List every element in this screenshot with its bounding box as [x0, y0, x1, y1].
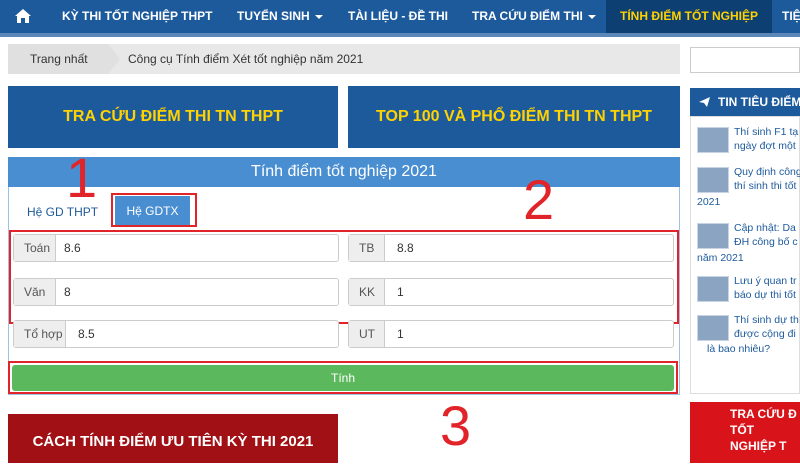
- home-icon[interactable]: [14, 7, 32, 25]
- field-value: 8.8: [397, 241, 414, 255]
- field-value: 8.5: [78, 327, 95, 341]
- tb-field[interactable]: TB 8.8: [348, 234, 674, 262]
- news-title: Quy định công thí sinh thi tốt: [734, 166, 800, 192]
- lookup-score-button[interactable]: TRA CỨU ĐIỂM THI TN THPT: [8, 86, 338, 148]
- news-title-extra: 2021: [697, 196, 721, 208]
- annotation-2: 2: [523, 168, 555, 231]
- field-label: Tổ hợp: [14, 321, 66, 347]
- nav-item-tra-cuu[interactable]: TRA CỨU ĐIỂM THI: [472, 0, 596, 33]
- news-title-extra: năm 2021: [697, 252, 744, 264]
- news-thumbnail: [697, 315, 729, 341]
- van-field[interactable]: Văn 8: [13, 278, 339, 306]
- field-value: 8: [64, 285, 71, 299]
- list-item[interactable]: Lưu ý quan tr báo dự thi tốt: [697, 274, 797, 314]
- annotation-3: 3: [440, 394, 472, 457]
- chevron-down-icon: [587, 14, 596, 19]
- chevron-down-icon: [314, 14, 323, 19]
- field-label: TB: [349, 235, 385, 261]
- sidebar-title: TIN TIÊU ĐIỂM: [690, 88, 800, 116]
- news-title: Cập nhật: Da ĐH công bố c: [734, 222, 798, 248]
- highlight-box-calc: [8, 361, 678, 394]
- field-value: 1: [397, 285, 404, 299]
- breadcrumb-arrow: [367, 44, 379, 74]
- news-thumbnail: [697, 127, 729, 153]
- news-thumbnail: [697, 223, 729, 249]
- news-title: Thí sinh F1 tạ ngày đợt một: [734, 126, 799, 152]
- list-item[interactable]: Quy định công thí sinh thi tốt 2021: [697, 165, 800, 211]
- nav-underline: [0, 33, 800, 37]
- breadcrumb-current[interactable]: Công cụ Tính điểm Xét tốt nghiệp năm 202…: [128, 44, 363, 74]
- field-label: KK: [349, 279, 385, 305]
- field-label: UT: [349, 321, 385, 347]
- kk-field[interactable]: KK 1: [348, 278, 674, 306]
- to-hop-field[interactable]: Tổ hợp 8.5: [13, 320, 339, 348]
- nav-item-label: TUYỂN SINH: [237, 9, 310, 23]
- news-thumbnail: [697, 167, 729, 193]
- list-item[interactable]: Cập nhật: Da ĐH công bố c năm 2021: [697, 221, 798, 267]
- sidebar-title-label: TIN TIÊU ĐIỂM: [718, 95, 800, 109]
- nav-item-tuyen-sinh[interactable]: TUYỂN SINH: [237, 0, 323, 33]
- top100-button[interactable]: TOP 100 VÀ PHỔ ĐIỂM THI TN THPT: [348, 86, 680, 148]
- top-nav: KỲ THI TỐT NGHIỆP THPT TUYỂN SINH TÀI LI…: [0, 0, 800, 33]
- panel-title: Tính điểm tốt nghiệp 2021: [8, 157, 680, 187]
- list-item[interactable]: Thí sinh F1 tạ ngày đợt một: [697, 125, 799, 165]
- field-value: 1: [397, 327, 404, 341]
- search-input[interactable]: [690, 47, 800, 73]
- toan-field[interactable]: Toán 8.6: [13, 234, 339, 262]
- banner-line: TỐT NGHIỆP T: [730, 423, 787, 453]
- lookup-banner[interactable]: TRA CỨU Đ TỐT NGHIỆP T: [690, 402, 800, 463]
- breadcrumb-home[interactable]: Trang nhất: [30, 44, 88, 74]
- news-title: Thí sinh dự th được cộng đi: [734, 314, 799, 340]
- nav-item-tai-lieu[interactable]: TÀI LIỆU - ĐỀ THI: [348, 0, 448, 33]
- news-thumbnail: [697, 276, 729, 302]
- ut-field[interactable]: UT 1: [348, 320, 674, 348]
- news-title-extra: là bao nhiêu?: [707, 343, 771, 355]
- annotation-1: 1: [66, 146, 98, 209]
- list-item[interactable]: Thí sinh dự th được cộng đi là bao nhiêu?: [697, 313, 799, 359]
- send-icon: [699, 97, 710, 107]
- priority-score-banner[interactable]: CÁCH TÍNH ĐIỂM ƯU TIÊN KỲ THI 2021: [8, 414, 338, 463]
- field-label: Toán: [14, 235, 56, 261]
- nav-item-ky-thi[interactable]: KỲ THI TỐT NGHIỆP THPT: [62, 0, 212, 33]
- highlight-box-tab: [111, 193, 197, 227]
- news-title: Lưu ý quan tr báo dự thi tốt: [734, 275, 797, 301]
- banner-line: TRA CỨU Đ: [730, 407, 797, 421]
- nav-item-more[interactable]: TIỆ: [782, 0, 800, 33]
- field-label: Văn: [14, 279, 56, 305]
- field-value: 8.6: [64, 241, 81, 255]
- nav-item-tinh-diem[interactable]: TÍNH ĐIỂM TỐT NGHIỆP: [606, 0, 772, 33]
- nav-item-label: TRA CỨU ĐIỂM THI: [472, 9, 583, 23]
